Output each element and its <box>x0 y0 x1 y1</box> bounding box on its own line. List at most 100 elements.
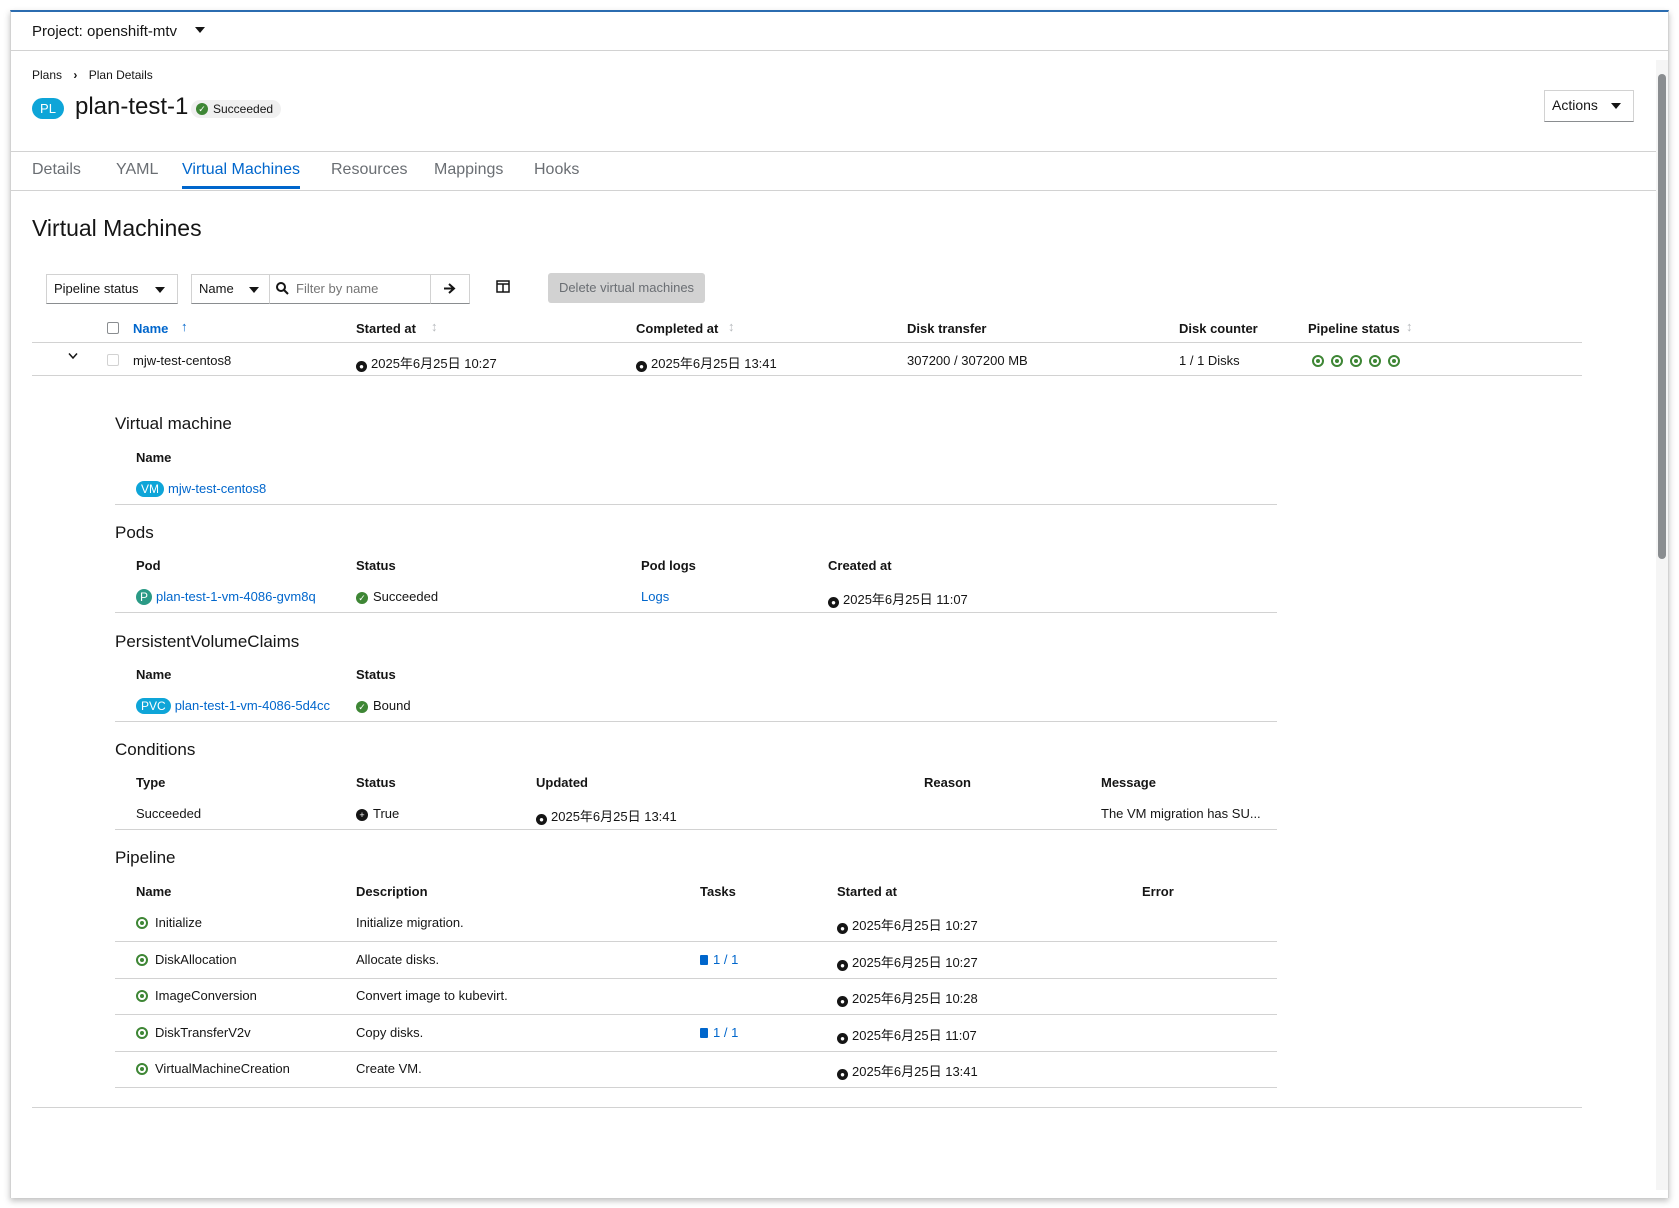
pipe-col-error: Error <box>1142 884 1174 899</box>
pipeline-tasks-text: 1 / 1 <box>713 1024 739 1040</box>
col-pipeline-status[interactable]: Pipeline status <box>1308 321 1400 336</box>
started-at-value: 2025年6月25日 10:27 <box>371 356 497 371</box>
col-name[interactable]: Name <box>133 321 168 336</box>
cond-updated: ● 2025年6月25日 13:41 <box>536 806 677 825</box>
pipeline-started-value: 2025年6月25日 13:41 <box>852 1064 978 1079</box>
pipeline-row-started: ● 2025年6月25日 10:27 <box>837 915 978 934</box>
pipeline-row-tasks[interactable]: 1 / 1 <box>700 1025 738 1040</box>
select-all-checkbox[interactable] <box>107 322 119 334</box>
divider <box>32 342 1582 343</box>
search-field[interactable] <box>269 274 431 304</box>
globe-icon: ● <box>837 923 848 934</box>
search-input[interactable] <box>296 278 424 298</box>
pipeline-tasks-text: 1 / 1 <box>713 951 739 967</box>
scrollbar-thumb[interactable] <box>1658 74 1666 559</box>
tab-virtual-machines[interactable]: Virtual Machines <box>182 161 300 179</box>
pipeline-row-started: ● 2025年6月25日 11:07 <box>837 1025 977 1044</box>
caret-down-icon <box>195 27 206 33</box>
row-checkbox[interactable] <box>107 354 119 366</box>
pipeline-row-name: DiskAllocation <box>136 952 237 967</box>
cond-col-status: Status <box>356 775 396 790</box>
globe-icon: ● <box>636 361 647 372</box>
divider <box>32 375 1582 376</box>
pods-col-created: Created at <box>828 558 892 573</box>
page-title: plan-test-1 <box>75 93 189 120</box>
pipe-col-started: Started at <box>837 884 897 899</box>
manage-columns-icon[interactable] <box>496 280 510 293</box>
col-started-at[interactable]: Started at <box>356 321 416 336</box>
vm-link-text[interactable]: mjw-test-centos8 <box>168 481 266 496</box>
pipeline-step-icon[interactable] <box>1350 355 1362 367</box>
caret-down-icon <box>155 287 165 293</box>
section-title: Virtual Machines <box>32 215 202 241</box>
pods-col-status: Status <box>356 558 396 573</box>
pipeline-step-icon[interactable] <box>1369 355 1381 367</box>
vm-col-name: Name <box>136 450 172 465</box>
pipeline-step-icon[interactable] <box>1388 355 1400 367</box>
caret-down-icon <box>249 287 259 293</box>
tab-resources[interactable]: Resources <box>331 161 407 179</box>
pods-col-pod: Pod <box>136 558 161 573</box>
breadcrumb-plans[interactable]: Plans <box>32 68 62 82</box>
search-submit-button[interactable] <box>430 274 470 304</box>
delete-vms-button[interactable]: Delete virtual machines <box>548 273 705 303</box>
pipeline-row-tasks[interactable]: 1 / 1 <box>700 952 738 967</box>
check-circle-icon: ✓ <box>196 103 208 115</box>
pod-created-value: 2025年6月25日 11:07 <box>843 592 968 607</box>
attribute-dropdown[interactable]: Name <box>191 274 270 304</box>
pipeline-row-name: Initialize <box>136 915 202 930</box>
pod-status-text: Succeeded <box>373 589 439 604</box>
pipeline-started-value: 2025年6月25日 10:28 <box>852 991 978 1006</box>
filter-label: Pipeline status <box>54 281 139 296</box>
tab-mappings[interactable]: Mappings <box>434 161 503 179</box>
pipeline-status-indicator <box>1312 352 1407 370</box>
plan-badge: PL <box>32 98 64 119</box>
completed-at: ● 2025年6月25日 13:41 <box>636 353 777 372</box>
pvc-status: ✓ Bound <box>356 698 411 713</box>
actions-label: Actions <box>1552 97 1598 113</box>
vm-link[interactable]: VM mjw-test-centos8 <box>136 481 266 497</box>
tab-hooks[interactable]: Hooks <box>534 161 579 179</box>
disk-counter: 1 / 1 Disks <box>1179 353 1240 368</box>
project-bar: Project: openshift-mtv <box>11 12 1668 51</box>
pod-link-text[interactable]: plan-test-1-vm-4086-gvm8q <box>156 589 316 604</box>
divider <box>115 829 1277 830</box>
globe-icon: ● <box>837 996 848 1007</box>
pipeline-step-icon[interactable] <box>1331 355 1343 367</box>
search-icon <box>276 282 289 295</box>
globe-icon: ● <box>536 814 547 825</box>
tab-yaml[interactable]: YAML <box>116 161 158 179</box>
cond-message: The VM migration has SU... <box>1101 806 1261 821</box>
chevron-down-icon[interactable] <box>68 352 78 360</box>
pvc-col-name: Name <box>136 667 172 682</box>
pod-badge: P <box>136 589 152 605</box>
pipeline-step-name: DiskTransferV2v <box>155 1024 251 1040</box>
col-completed-at[interactable]: Completed at <box>636 321 718 336</box>
pvc-link-text[interactable]: plan-test-1-vm-4086-5d4cc <box>175 698 330 713</box>
pvc-link[interactable]: PVC plan-test-1-vm-4086-5d4cc <box>136 698 330 714</box>
pipeline-row-name: ImageConversion <box>136 988 257 1003</box>
sort-asc-icon[interactable]: ↑ <box>181 319 188 334</box>
sort-icon[interactable]: ↕ <box>1406 319 1413 334</box>
pipeline-step-icon[interactable] <box>1312 355 1324 367</box>
globe-icon: ● <box>828 597 839 608</box>
tab-bar: Details YAML Virtual Machines Resources … <box>11 151 1668 191</box>
sort-icon[interactable]: ↕ <box>431 319 438 334</box>
project-label: Project: openshift-mtv <box>32 23 178 40</box>
pipeline-status-filter[interactable]: Pipeline status <box>46 274 178 304</box>
sort-icon[interactable]: ↕ <box>728 319 735 334</box>
conditions-section-title: Conditions <box>115 740 196 759</box>
pod-link[interactable]: Pplan-test-1-vm-4086-gvm8q <box>136 589 316 605</box>
tab-details[interactable]: Details <box>32 161 81 179</box>
pod-logs-link[interactable]: Logs <box>641 589 669 604</box>
pipeline-step-icon <box>136 953 148 966</box>
cond-col-type: Type <box>136 775 166 790</box>
pipeline-row-started: ● 2025年6月25日 13:41 <box>837 1061 978 1080</box>
project-selector[interactable]: Project: openshift-mtv <box>32 23 206 40</box>
globe-icon: ● <box>356 361 367 372</box>
plus-circle-icon: + <box>356 809 368 821</box>
actions-button[interactable]: Actions <box>1544 90 1634 122</box>
cond-type: Succeeded <box>136 806 202 821</box>
pipeline-step-icon <box>136 990 148 1002</box>
pipeline-row-name: DiskTransferV2v <box>136 1025 251 1040</box>
